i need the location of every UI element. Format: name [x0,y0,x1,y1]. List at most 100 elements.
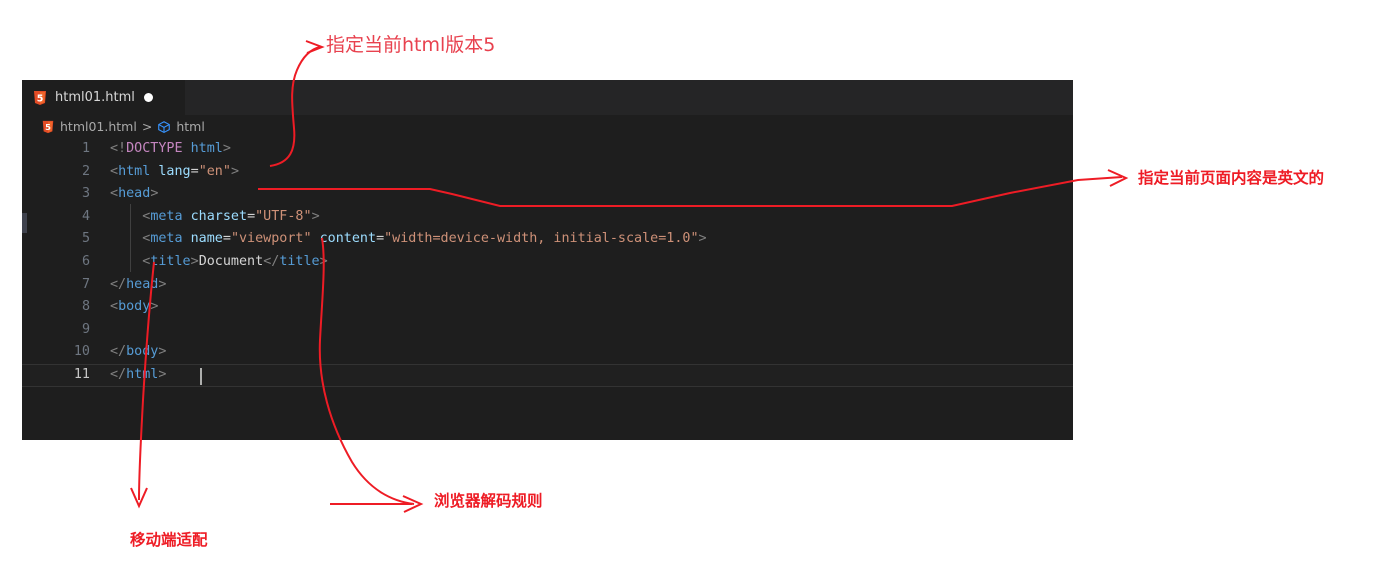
code-token: </ [110,276,127,292]
symbol-structure-icon [157,120,171,134]
code-token: meta [150,208,183,224]
breadcrumb-symbol[interactable]: html [176,119,204,134]
annotation-arrow-lang [1107,169,1129,187]
code-line[interactable]: 8 <body> [22,296,1073,319]
code-token: content [319,231,377,247]
editor-tab-html01[interactable]: 5 html01.html [22,80,185,115]
code-token: <! [110,141,127,156]
annotation-arrow-viewport [130,487,148,509]
code-token: charset [190,208,248,224]
indent-guide [130,204,131,272]
annotation-label-viewport: 移动端适配 [130,531,208,549]
line-number: 7 [81,276,90,292]
code-token: > [311,208,320,224]
code-token: "viewport" [230,231,312,247]
code-token: > [190,253,199,269]
code-token: = [190,163,199,179]
code-token: body [118,299,151,315]
line-number: 2 [81,163,90,179]
line-number: 8 [81,299,90,315]
code-line[interactable]: 3 <head> [22,183,1073,206]
code-token: "width=device-width, initial-scale=1.0" [384,231,699,247]
code-line-text: <!DOCTYPE html> [110,138,231,161]
text-cursor [200,367,202,385]
code-token: lang [158,163,191,179]
code-token: > [230,163,239,179]
code-token: name [190,231,223,247]
code-token: </ [263,253,280,269]
code-content-area[interactable]: 1 <!DOCTYPE html> 2 <html lang="en"> 3 <head>… [22,138,1073,440]
code-editor-window: 5 html01.html 5 html01.html > html 1 <!D… [22,80,1073,440]
code-token: > [319,253,328,269]
line-number: 6 [81,253,90,269]
overview-ruler-marker [22,213,27,233]
annotation-label-doctype: 指定当前html版本5 [326,34,496,56]
code-token: = [222,231,231,247]
code-token: > [158,276,167,292]
code-token: > [698,231,707,247]
editor-tab-label: html01.html [55,90,135,105]
line-number: 9 [81,321,90,337]
code-line-text: </body> [110,341,166,364]
unsaved-dot-icon[interactable] [143,93,153,102]
code-token: title [150,253,191,269]
svg-text:5: 5 [45,122,51,132]
code-line[interactable]: 1 <!DOCTYPE html> [22,138,1073,161]
code-token: > [158,344,167,360]
code-token: = [247,208,256,224]
code-line[interactable]: 11 </html> [22,363,1073,387]
line-number: 11 [73,366,90,382]
code-line[interactable]: 6 <title>Document</title> [22,251,1073,274]
code-token: > [222,141,231,156]
code-line[interactable]: 4 <meta charset="UTF-8"> [22,206,1073,229]
breadcrumb-separator: > [141,119,153,134]
code-token: </ [110,344,127,360]
code-line-text: <title>Document</title> [110,251,328,274]
code-line[interactable]: 2 <html lang="en"> [22,161,1073,184]
code-token: "en" [198,163,231,179]
line-number: 4 [81,208,90,224]
code-token: html [190,141,223,156]
line-number: 5 [81,231,90,247]
annotation-arrow-charset [402,495,424,513]
annotation-label-lang: 指定当前页面内容是英文的 [1138,169,1325,187]
line-number: 3 [81,186,90,202]
code-token: > [158,366,167,382]
code-token: < [110,186,119,202]
code-line[interactable]: 5 <meta name="viewport" content="width=d… [22,228,1073,251]
html5-file-icon: 5 [32,90,48,106]
editor-tab-bar: 5 html01.html [22,80,1073,115]
code-line-text: <head> [110,183,158,206]
code-token: < [110,163,119,179]
code-line[interactable]: 9 [22,319,1073,342]
code-token: > [150,299,159,315]
code-line-text: <html lang="en"> [110,161,239,184]
code-token: < [110,299,119,315]
code-token: html [118,163,151,179]
code-token: "UTF-8" [255,208,312,224]
annotation-arrow-doctype [305,40,325,54]
code-line-text: <meta charset="UTF-8"> [110,206,320,229]
line-number: 10 [73,344,90,360]
annotation-label-charset: 浏览器解码规则 [434,492,543,510]
line-number: 1 [81,141,90,156]
code-line[interactable]: 7 </head> [22,274,1073,297]
code-token: > [150,186,159,202]
code-line-text: </html> [110,364,166,387]
code-token: DOCTYPE [126,141,183,156]
code-token: = [376,231,385,247]
code-token: html [126,366,159,382]
code-line[interactable]: 10 </body> [22,341,1073,364]
code-token: Document [198,253,264,269]
breadcrumb-file[interactable]: html01.html [60,119,137,134]
code-token: title [279,253,320,269]
html5-file-icon-breadcrumb: 5 [41,120,55,134]
code-token: body [126,344,159,360]
code-token: meta [150,231,183,247]
code-line-text: <body> [110,296,158,319]
svg-text:5: 5 [37,93,44,104]
